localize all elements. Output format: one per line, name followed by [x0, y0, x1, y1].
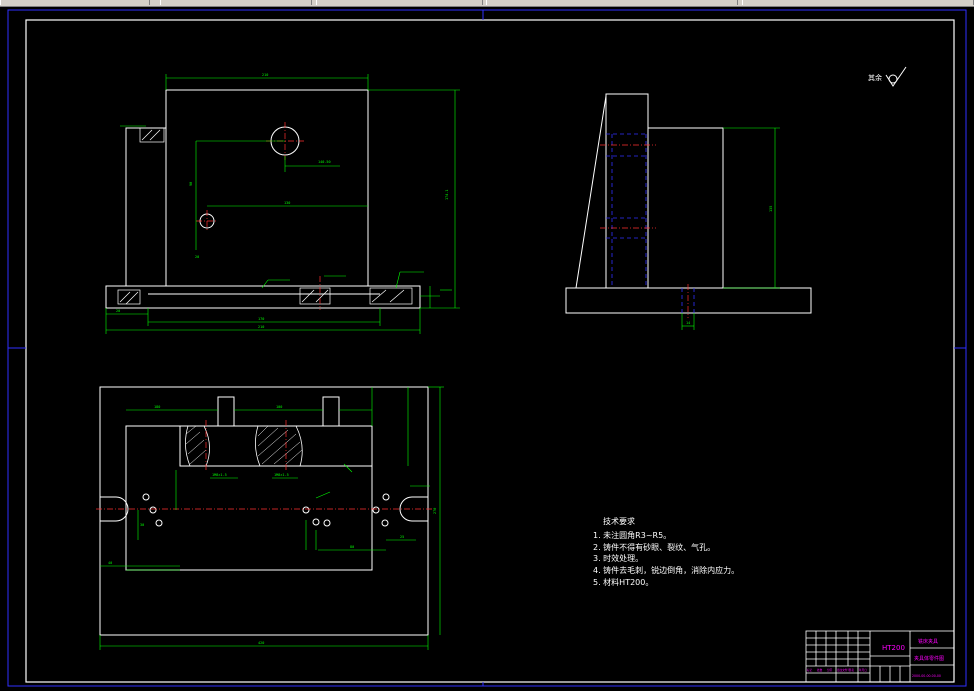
side-view-centerlines: [600, 144, 689, 318]
cad-drawing-canvas[interactable]: 其余 210 174.1 90 140.50 130 210 170 20 20…: [0, 7, 974, 691]
side-view: [565, 93, 812, 314]
tab-3[interactable]: [316, 0, 483, 5]
tab-1[interactable]: [0, 0, 150, 5]
svg-text:180: 180: [154, 405, 160, 409]
surface-roughness-symbol: 其余: [868, 66, 907, 87]
svg-text:30: 30: [140, 523, 144, 527]
requirement-item: 2. 铸件不得有砂眼、裂纹、气孔。: [593, 542, 716, 552]
top-view-hatching: [185, 425, 303, 465]
title-cell-2: 处数: [817, 668, 823, 672]
drawing-number-label: 2000-00-00-00-00: [912, 674, 941, 678]
requirement-item: 5. 材料HT200。: [593, 577, 654, 587]
material-label: HT200: [882, 644, 905, 652]
svg-text:210: 210: [258, 325, 264, 329]
roughness-label: 其余: [868, 73, 882, 82]
top-view-centerlines: [96, 420, 432, 510]
svg-text:420: 420: [258, 641, 264, 645]
requirement-item: 1. 未注圆角R3~R5。: [593, 530, 672, 540]
tab-5[interactable]: [742, 0, 974, 5]
requirement-item: 3. 时效处理。: [593, 554, 644, 564]
front-view: [105, 89, 421, 309]
svg-text:170: 170: [258, 317, 264, 321]
svg-text:174.1: 174.1: [445, 189, 449, 200]
svg-text:130: 130: [284, 201, 290, 205]
svg-text:40: 40: [108, 561, 112, 565]
title-cell-3: 分区: [827, 668, 833, 672]
title-cell-5: 签名: [849, 668, 855, 672]
technical-requirements-title: 技术要求: [603, 517, 635, 526]
title-block-text: HT200 铣床夹具 夹具体零件图 2000-00-00-00-00 标记 处数…: [807, 638, 944, 678]
side-view-dimensions: [681, 127, 780, 330]
tab-4[interactable]: [486, 0, 738, 5]
tab-2[interactable]: [160, 0, 312, 5]
svg-text:135: 135: [769, 206, 773, 212]
side-view-hidden-lines: [606, 133, 695, 313]
window-tab-strip: [0, 0, 974, 7]
svg-text:20: 20: [116, 309, 120, 313]
drawing-frame: [7, 9, 967, 687]
svg-text:100: 100: [276, 405, 282, 409]
svg-text:1M8×1.5: 1M8×1.5: [274, 473, 289, 477]
svg-text:25: 25: [400, 535, 404, 539]
svg-text:140.50: 140.50: [318, 160, 331, 164]
svg-text:210: 210: [262, 73, 268, 77]
svg-text:270: 270: [433, 508, 437, 514]
svg-text:80: 80: [350, 545, 354, 549]
svg-text:90: 90: [189, 182, 193, 186]
title-cell-1: 标记: [807, 668, 813, 672]
svg-text:14: 14: [686, 321, 690, 325]
top-view: [99, 386, 429, 636]
requirement-item: 4. 铸件去毛刺，锐边倒角，消除内应力。: [593, 566, 740, 576]
svg-text:1M8×1.5: 1M8×1.5: [212, 473, 227, 477]
side-view-dim-text: 135 14: [686, 206, 773, 325]
part-name-label: 夹具体零件图: [914, 655, 944, 662]
title-cell-6: 年月日: [859, 668, 867, 672]
technical-requirements: 技术要求 1. 未注圆角R3~R5。 2. 铸件不得有砂眼、裂纹、气孔。 3. …: [593, 516, 739, 589]
org-label: 铣床夹具: [918, 638, 938, 645]
svg-text:20: 20: [195, 255, 199, 259]
front-view-dimensions: [105, 74, 460, 334]
front-view-centerlines: [196, 122, 321, 310]
